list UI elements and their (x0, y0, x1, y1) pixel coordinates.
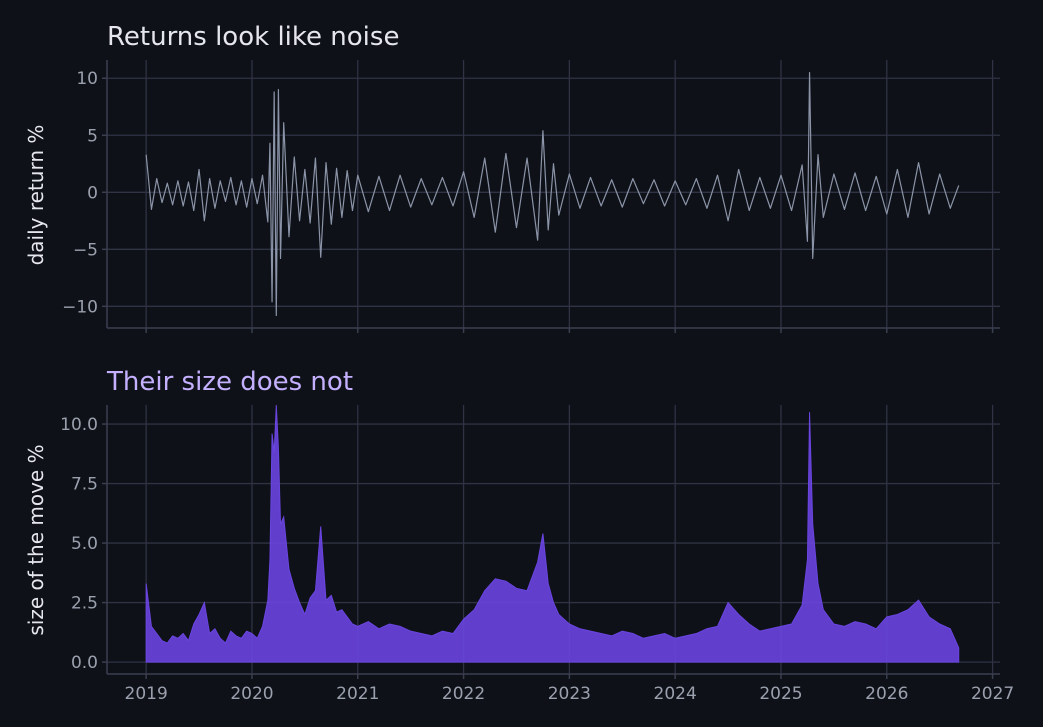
returns-y-tick-label: −10 (62, 297, 98, 317)
size-y-tick-label: 10.0 (60, 415, 98, 435)
chart-figure: Returns look like noise 10 5 0 −5 −10 daily … (0, 0, 1043, 727)
size-y-tick-label: 2.5 (71, 594, 98, 614)
size-x-tick-label: 2021 (336, 684, 379, 704)
size-x-tick-label: 2022 (442, 684, 485, 704)
returns-y-tick-label: 0 (87, 183, 98, 203)
returns-y-tick-label: 10 (76, 69, 98, 89)
size-x-tick-label: 2020 (230, 684, 273, 704)
size-x-tick-label: 2025 (759, 684, 802, 704)
size-x-tick-label: 2024 (654, 684, 697, 704)
returns-y-tick-label: 5 (87, 126, 98, 146)
size-x-tick-label: 2027 (971, 684, 1014, 704)
size-y-label: size of the move % (24, 444, 48, 635)
size-y-tick-label: 0.0 (71, 653, 98, 673)
size-x-tick-label: 2019 (125, 684, 168, 704)
size-x-tick-label: 2023 (548, 684, 591, 704)
returns-title: Returns look like noise (107, 22, 399, 52)
size-y-tick-label: 5.0 (71, 534, 98, 554)
size-x-ticks: 2019 2020 2021 2022 2023 2024 2025 2026 2027 (125, 684, 1015, 704)
size-y-tick-label: 7.5 (71, 475, 98, 495)
returns-y-label: daily return % (24, 125, 48, 266)
size-x-tick-label: 2026 (865, 684, 908, 704)
size-title: Their size does not (106, 367, 353, 397)
returns-y-tick-label: −5 (73, 240, 98, 260)
